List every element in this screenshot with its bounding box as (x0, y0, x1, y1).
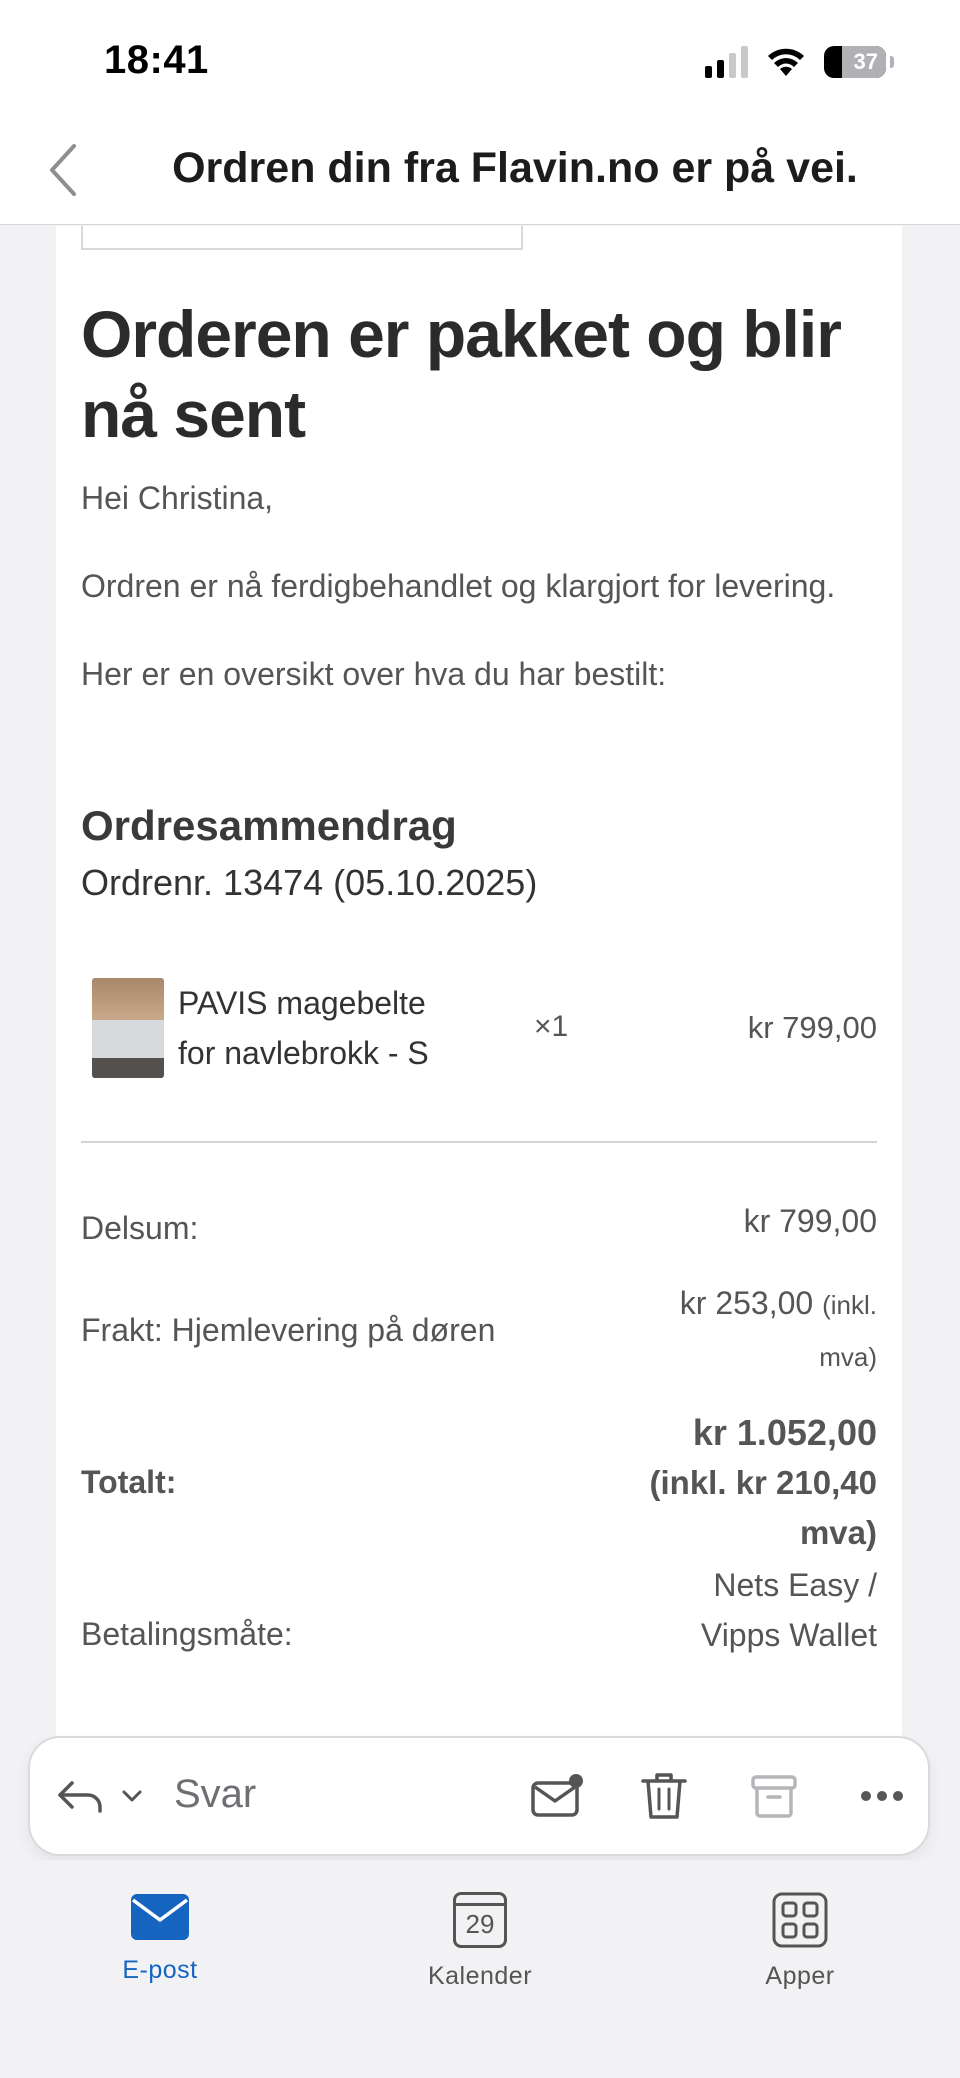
subtotal-label: Delsum: (81, 1210, 199, 1246)
tab-apps[interactable]: Apper (700, 1892, 900, 1991)
shipping-vat-note: (inkl. mva) (819, 1290, 877, 1372)
shipping-value-block: kr 253,00 (inkl. mva) (637, 1278, 877, 1382)
email-headline: Orderen er pakket og blir nå sent (81, 297, 842, 451)
product-name[interactable]: PAVIS magebelte for navlebrokk - S (178, 978, 468, 1078)
message-header: Ordren din fra Flavin.no er på vei. (0, 110, 960, 225)
email-body: Orderen er pakket og blir nå sent Hei Ch… (56, 226, 902, 1766)
mark-unread-icon (531, 1774, 583, 1817)
calendar-icon: 29 (453, 1892, 507, 1948)
reply-icon (58, 1781, 142, 1813)
calendar-day: 29 (465, 1909, 495, 1939)
overview-paragraph: Her er en oversikt over hva du har besti… (81, 656, 667, 692)
total-vat-note: (inkl. kr 210,40 mva) (649, 1464, 877, 1551)
wifi-icon (766, 46, 806, 78)
cellular-signal-icon (705, 46, 748, 78)
battery-icon: 37 (824, 46, 886, 78)
archive-button[interactable] (744, 1738, 804, 1854)
message-subject: Ordren din fra Flavin.no er på vei. (172, 144, 858, 192)
summary-divider (81, 1141, 877, 1143)
reply-button[interactable] (54, 1738, 164, 1854)
tab-calendar-label: Kalender (427, 1962, 533, 1990)
chevron-left-icon (50, 144, 76, 196)
mail-screen: 18:41 37 Ordren din fra Flavin.no er på … (0, 0, 960, 2078)
reply-label[interactable]: Svar (174, 1772, 256, 1817)
more-icon (861, 1791, 903, 1801)
payment-method-value: Nets Easy / Vipps Wallet (700, 1567, 877, 1653)
more-button[interactable] (852, 1738, 912, 1854)
product-image[interactable] (92, 978, 164, 1078)
greeting-text: Hei Christina, (81, 480, 274, 516)
mark-unread-button[interactable] (528, 1738, 588, 1854)
mail-icon (131, 1894, 189, 1940)
total-value: kr 1.052,00 (692, 1412, 877, 1453)
order-number: Ordrenr. 13474 (05.10.2025) (81, 862, 538, 903)
trash-icon (641, 1773, 687, 1819)
apps-grid-icon (772, 1892, 828, 1948)
tab-calendar[interactable]: 29 Kalender (380, 1892, 580, 1991)
order-summary-title: Ordresammendrag (81, 802, 457, 849)
tab-mail-label: E-post (122, 1956, 198, 1984)
total-value-block: kr 1.052,00 (inkl. kr 210,40 mva) (617, 1408, 877, 1558)
delete-button[interactable] (634, 1738, 694, 1854)
battery-cap (890, 56, 894, 68)
reply-toolbar: Svar (30, 1738, 928, 1854)
product-quantity: ×1 (534, 1010, 569, 1043)
status-bar: 18:41 37 (0, 0, 960, 110)
archive-icon (751, 1775, 797, 1818)
subtotal-value: kr 799,00 (743, 1203, 877, 1239)
shipping-value: kr 253,00 (679, 1285, 814, 1321)
status-icons: 37 (705, 44, 894, 80)
sender-logo-frame (81, 226, 523, 250)
shipping-label: Frakt: Hjemlevering på døren (81, 1312, 496, 1348)
back-button[interactable] (38, 140, 88, 200)
bottom-tab-bar: E-post 29 Kalender Apper (0, 1860, 960, 2078)
status-paragraph: Ordren er nå ferdigbehandlet og klargjor… (81, 568, 836, 604)
tab-apps-label: Apper (765, 1962, 835, 1990)
payment-method-label: Betalingsmåte: (81, 1616, 293, 1652)
status-time: 18:41 (104, 38, 209, 82)
tab-mail[interactable]: E-post (60, 1892, 260, 1985)
total-label: Totalt: (81, 1464, 177, 1500)
battery-level: 37 (853, 49, 878, 74)
product-price: kr 799,00 (747, 1010, 877, 1045)
